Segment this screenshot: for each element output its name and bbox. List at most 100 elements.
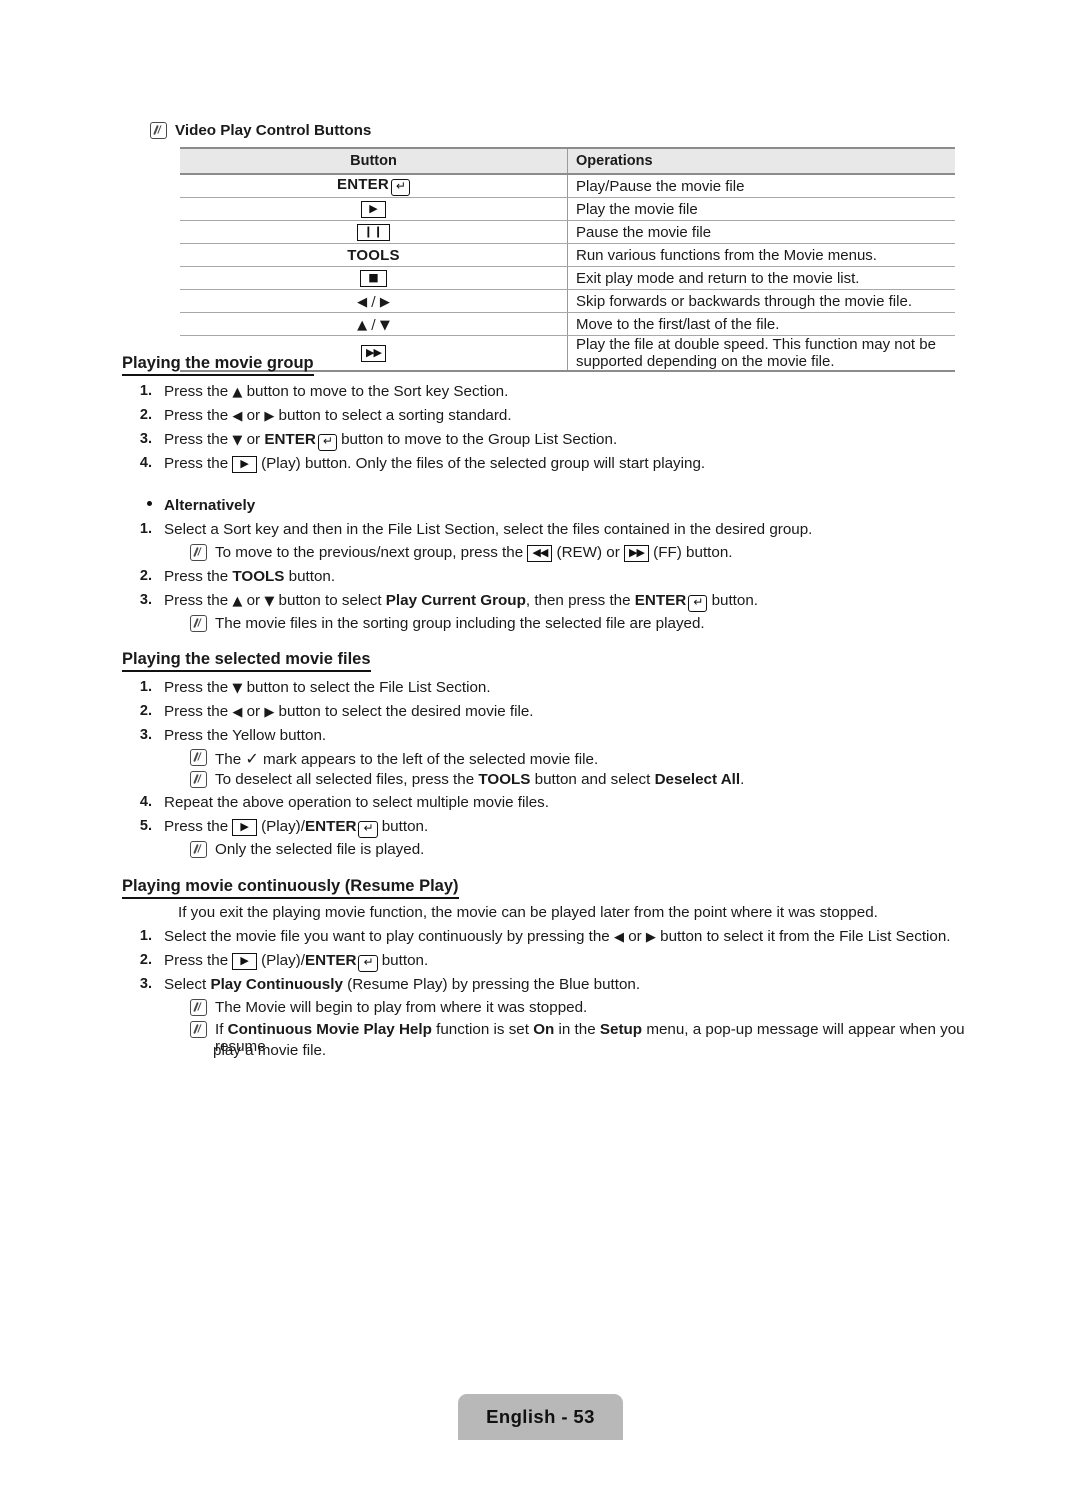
enter-key-icon: ↵: [317, 434, 337, 451]
step-text: Press the ▶ (Play)/ENTER ↵ button.: [152, 952, 428, 972]
step-text: Press the ◀ or ▶ button to select the de…: [164, 703, 534, 720]
step-group-3: 3. Press the ▼ or ENTER ↵ button to move …: [126, 431, 946, 451]
step-text-a: Select the movie file you want to play c…: [164, 928, 614, 945]
down-arrow-icon: ▼: [264, 594, 275, 609]
step-text-play: (Play)/: [261, 952, 305, 969]
selected-note-1: The ✓ mark appears to the left of the se…: [190, 749, 950, 768]
heading-playing-movie-group: Playing the movie group: [122, 354, 314, 377]
step-text: Press the ◀ or ▶ button to select a sort…: [164, 407, 512, 424]
left-arrow-icon: ◀: [232, 409, 243, 424]
step-text: Press the ▲ or ▼ button to select Play C…: [152, 592, 758, 612]
key-label-enter: ENTER: [304, 818, 357, 835]
table-body: ENTER ↵ Play/Pause the movie file ▶ Play …: [180, 174, 955, 372]
step-number: 3.: [139, 431, 152, 447]
step-number: 4.: [139, 455, 152, 471]
step-text: Select the movie file you want to play c…: [164, 928, 951, 945]
table-row: ■ Exit play mode and return to the movie…: [180, 266, 955, 290]
enter-key-icon: ↵: [358, 821, 378, 838]
selected-step-2: 2. Press the ◀ or ▶ button to select the…: [126, 703, 946, 720]
key-label-enter: ENTER: [337, 176, 389, 194]
alt-step-2: 2. Press the TOOLS button.: [126, 568, 946, 585]
step-text-a: Press the: [164, 703, 233, 720]
step-text-pre: Press the: [164, 431, 233, 448]
left-arrow-icon: ◀: [232, 705, 243, 720]
step-number: 5.: [139, 818, 152, 834]
note-text-a: To deselect all selected files, press th…: [215, 771, 479, 788]
up-down-arrow-icon: ▲ / ▼: [357, 317, 390, 333]
cell-operation: Exit play mode and return to the movie l…: [567, 266, 955, 290]
step-text-b: button.: [284, 568, 336, 585]
cell-operation: Run various functions from the Movie men…: [567, 243, 955, 267]
step-text-a: Press the: [164, 679, 233, 696]
heading-playing-selected-movie-files: Playing the selected movie files: [122, 650, 371, 673]
step-number: 3.: [139, 976, 152, 992]
alt-note-1-text: To move to the previous/next group, pres…: [215, 544, 733, 562]
fast-forward-key-icon: ▶▶: [361, 344, 386, 362]
right-arrow-icon: ▶: [264, 409, 275, 424]
down-arrow-icon: ▼: [232, 433, 243, 448]
up-arrow-icon: ▲: [232, 385, 243, 400]
step-number: 1.: [139, 679, 152, 695]
step-number: 2.: [139, 703, 152, 719]
left-arrow-icon: ◀: [613, 930, 624, 945]
key-label-tools: TOOLS: [232, 568, 285, 585]
selected-step-3: 3. Press the Yellow button.: [126, 727, 946, 744]
alt-note-1: To move to the previous/next group, pres…: [190, 544, 950, 562]
cell-operation: Play the movie file: [567, 197, 955, 221]
step-number: 1.: [139, 521, 152, 537]
alternatively-label: Alternatively: [164, 497, 256, 514]
alt-step-1: 1. Select a Sort key and then in the Fil…: [126, 521, 1006, 538]
note-text-a: If: [215, 1021, 228, 1038]
step-text-post: button to select a sorting standard.: [274, 407, 512, 424]
selected-note-2-text: To deselect all selected files, press th…: [215, 771, 744, 788]
resume-step-1: 1. Select the movie file you want to pla…: [126, 928, 1026, 945]
step-number: 3.: [139, 727, 152, 743]
step-text-a: Press the: [164, 952, 233, 969]
note-icon: [190, 1021, 207, 1038]
bullet-marker: [126, 497, 152, 513]
down-arrow-icon: ▼: [232, 681, 243, 696]
cell-button: ENTER ↵: [180, 174, 568, 198]
enter-key-icon: ↵: [358, 955, 378, 972]
enter-key-icon: ↵: [390, 179, 410, 196]
resume-step-2: 2. Press the ▶ (Play)/ENTER ↵ button.: [126, 952, 946, 972]
menu-item-deselect-all: Deselect All: [654, 771, 741, 788]
alt-step-3: 3. Press the ▲ or ▼ button to select Pla…: [126, 592, 1006, 612]
table-row: ENTER ↵ Play/Pause the movie file: [180, 174, 955, 198]
menu-item-play-continuously: Play Continuously: [210, 976, 343, 993]
resume-note-1-text: The Movie will begin to play from where …: [215, 999, 588, 1016]
step-text: Press the ▼ button to select the File Li…: [152, 679, 491, 696]
page-footer-label: English - 53: [486, 1406, 595, 1427]
key-label-enter: ENTER: [634, 592, 687, 609]
step-text-b: button to select it from the File List S…: [655, 928, 951, 945]
selected-step-1: 1. Press the ▼ button to select the File…: [126, 679, 946, 696]
step-number: 1.: [139, 383, 152, 399]
resume-step-3: 3. Select Play Continuously (Resume Play…: [126, 976, 946, 993]
cell-button: ▲ / ▼: [180, 312, 568, 336]
note-text-c: .: [740, 771, 745, 788]
note-text-b: button and select: [530, 771, 655, 788]
step-group-2: 2. Press the ◀ or ▶ button to select a s…: [126, 407, 946, 424]
note-icon: [190, 999, 207, 1016]
col-header-button: Button: [180, 147, 568, 175]
table-header: Button Operations: [180, 147, 955, 175]
step-text-pre: Press the: [164, 383, 233, 400]
note-text-b: function is set: [431, 1021, 534, 1038]
menu-item-play-current-group: Play Current Group: [385, 592, 526, 609]
fast-forward-key-icon: ▶▶: [624, 544, 649, 562]
note-text-a: To move to the previous/next group, pres…: [215, 544, 528, 561]
table-row: ◀ / ▶ Skip forwards or backwards through…: [180, 289, 955, 313]
step-number: 4.: [139, 794, 152, 810]
step-text: Select a Sort key and then in the File L…: [164, 521, 813, 538]
step-group-4: 4. Press the ▶ (Play) button. Only the f…: [126, 455, 946, 473]
resume-play-intro: If you exit the playing movie function, …: [178, 904, 878, 921]
video-control-note-title: Video Play Control Buttons: [175, 122, 372, 139]
video-control-note: Video Play Control Buttons: [150, 122, 750, 139]
step-text-post: button to move to the Group List Section…: [336, 431, 618, 448]
step-group-1: 1. Press the ▲ button to move to the Sor…: [126, 383, 946, 400]
left-right-arrow-icon: ◀ / ▶: [357, 294, 390, 310]
cell-button: ▶: [180, 197, 568, 221]
menu-setup: Setup: [599, 1021, 643, 1038]
cell-operation: Play the file at double speed. This func…: [567, 335, 955, 372]
key-label-enter: ENTER: [304, 952, 357, 969]
